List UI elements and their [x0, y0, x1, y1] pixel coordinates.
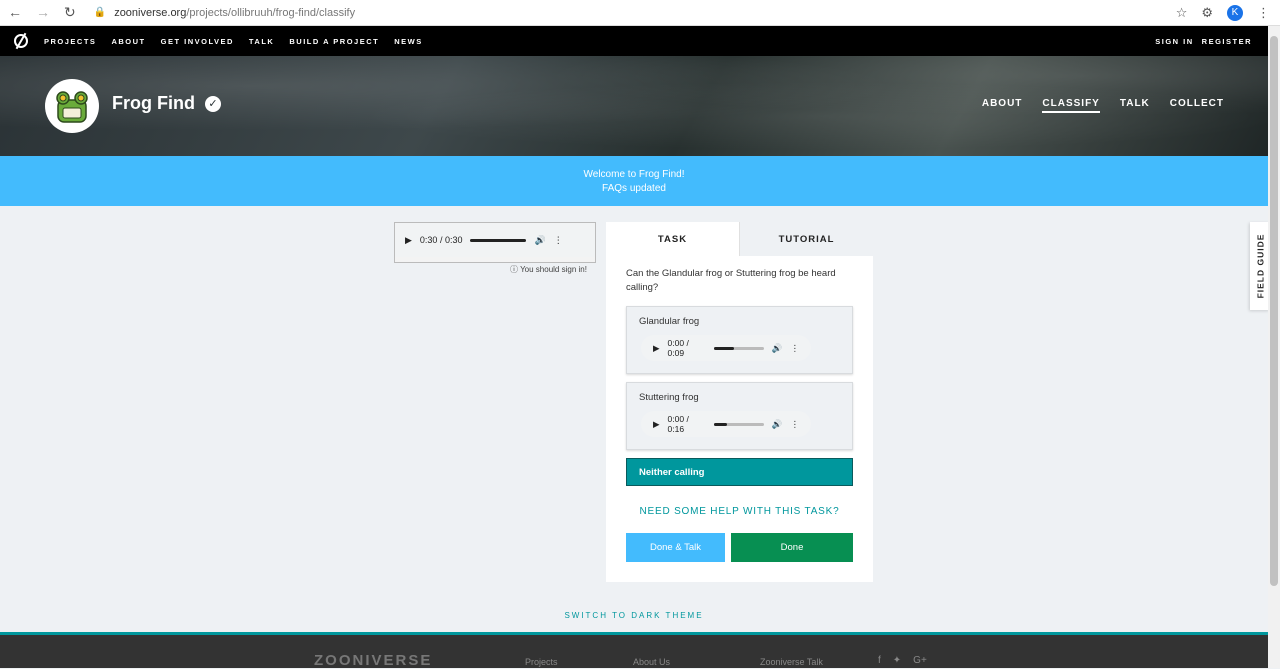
frog-icon [51, 85, 93, 127]
project-nav-about[interactable]: ABOUT [982, 98, 1023, 113]
nav-build-project[interactable]: BUILD A PROJECT [289, 37, 379, 46]
reload-icon[interactable]: ↻ [64, 4, 76, 21]
profile-avatar[interactable]: K [1227, 4, 1243, 21]
nav-talk[interactable]: TALK [249, 37, 274, 46]
volume-icon[interactable]: 🔊 [772, 343, 783, 354]
answer-audio-scrubber[interactable] [714, 422, 764, 426]
project-title[interactable]: Frog Find [112, 93, 195, 114]
site-footer: ZOONIVERSE Projects About Us Zooniverse … [0, 632, 1268, 669]
more-options-icon[interactable]: ⋮ [791, 343, 800, 354]
project-nav-classify[interactable]: CLASSIFY [1042, 98, 1100, 113]
register-link[interactable]: REGISTER [1202, 37, 1252, 46]
volume-icon[interactable]: 🔊 [772, 419, 783, 430]
menu-icon[interactable]: ⋮ [1257, 5, 1270, 21]
more-options-icon[interactable]: ⋮ [791, 419, 800, 430]
task-help-link[interactable]: NEED SOME HELP WITH THIS TASK? [626, 506, 853, 517]
subject-viewer: ▶ 0:30 / 0:30 🔊 ⋮ [394, 222, 596, 263]
url-host: zooniverse.org [114, 6, 187, 19]
site-nav: PROJECTS ABOUT GET INVOLVED TALK BUILD A… [0, 26, 1268, 56]
google-plus-icon[interactable]: G+ [913, 655, 927, 666]
answer-audio-time: 0:00 / 0:09 [667, 338, 689, 358]
extensions-icon[interactable]: ⚙ [1201, 5, 1213, 21]
info-icon: ⓘ [510, 265, 518, 274]
back-icon[interactable]: ← [8, 4, 22, 21]
play-icon[interactable]: ▶ [653, 419, 660, 430]
sign-in-note[interactable]: ⓘ You should sign in! [510, 264, 587, 275]
answer-audio-player[interactable]: ▶ 0:00 / 0:16 🔊 ⋮ [641, 411, 811, 437]
task-question: Can the Glandular frog or Stuttering fro… [626, 268, 836, 293]
nav-about[interactable]: ABOUT [111, 37, 145, 46]
url-path: /projects/ollibruuh/frog-find/classify [186, 6, 356, 19]
more-options-icon[interactable]: ⋮ [554, 235, 563, 246]
project-avatar[interactable] [45, 79, 99, 133]
project-nav-collect[interactable]: COLLECT [1170, 98, 1224, 113]
subject-audio-scrubber[interactable] [470, 238, 527, 242]
twitter-icon[interactable]: ✦ [893, 655, 901, 666]
footer-link-projects[interactable]: Projects [525, 657, 558, 667]
nav-projects[interactable]: PROJECTS [44, 37, 96, 46]
sign-in-note-text: You should sign in! [520, 265, 587, 274]
answer-audio-player[interactable]: ▶ 0:00 / 0:09 🔊 ⋮ [641, 335, 811, 361]
announcement-banner: Welcome to Frog Find! FAQs updated [0, 156, 1268, 206]
page-scrollbar[interactable] [1268, 26, 1280, 668]
star-icon[interactable]: ☆ [1176, 5, 1188, 21]
address-bar[interactable]: 🔒 zooniverse.org/projects/ollibruuh/frog… [94, 7, 355, 19]
browser-toolbar: ← → ↻ 🔒 zooniverse.org/projects/ollibruu… [0, 0, 1280, 26]
banner-line-2: FAQs updated [602, 182, 666, 194]
answer-neither-calling[interactable]: Neither calling [626, 458, 853, 486]
done-and-talk-button[interactable]: Done & Talk [626, 533, 725, 562]
footer-brand[interactable]: ZOONIVERSE [314, 652, 432, 669]
answer-label: Glandular frog [639, 316, 700, 327]
banner-line-1: Welcome to Frog Find! [583, 168, 685, 180]
field-guide-label: FIELD GUIDE [1255, 233, 1265, 299]
task-panel: TASK TUTORIAL Can the Glandular frog or … [606, 222, 873, 582]
done-button[interactable]: Done [731, 533, 853, 562]
answer-label: Stuttering frog [639, 392, 699, 403]
zooniverse-logo-icon[interactable] [14, 34, 28, 48]
footer-link-talk[interactable]: Zooniverse Talk [760, 657, 823, 667]
lock-icon: 🔒 [93, 7, 107, 18]
play-icon[interactable]: ▶ [653, 343, 660, 354]
answer-audio-scrubber[interactable] [714, 346, 764, 350]
scrubber-fill [714, 422, 727, 426]
forward-icon[interactable]: → [36, 4, 50, 21]
project-nav: ABOUT CLASSIFY TALK COLLECT [982, 98, 1224, 113]
play-icon[interactable]: ▶ [405, 235, 412, 246]
sign-in-link[interactable]: SIGN IN [1155, 37, 1193, 46]
subject-audio-player[interactable]: ▶ 0:30 / 0:30 🔊 ⋮ [395, 223, 595, 257]
footer-link-about-us[interactable]: About Us [633, 657, 670, 667]
verified-check-icon: ✓ [204, 95, 221, 112]
nav-news[interactable]: NEWS [394, 37, 423, 46]
dark-theme-toggle[interactable]: SWITCH TO DARK THEME [0, 611, 1268, 620]
facebook-icon[interactable]: f [878, 655, 881, 666]
answer-glandular-frog[interactable]: Glandular frog ▶ 0:00 / 0:09 🔊 ⋮ [626, 306, 853, 374]
project-header: Frog Find ✓ ABOUT CLASSIFY TALK COLLECT [0, 56, 1268, 156]
nav-get-involved[interactable]: GET INVOLVED [161, 37, 234, 46]
answer-stuttering-frog[interactable]: Stuttering frog ▶ 0:00 / 0:16 🔊 ⋮ [626, 382, 853, 450]
tab-tutorial[interactable]: TUTORIAL [739, 222, 873, 256]
volume-icon[interactable]: 🔊 [534, 235, 545, 246]
project-nav-talk[interactable]: TALK [1120, 98, 1150, 113]
project-title-wrap: Frog Find ✓ [112, 93, 221, 114]
subject-audio-time: 0:30 / 0:30 [419, 235, 463, 245]
tab-task[interactable]: TASK [606, 222, 739, 256]
field-guide-tab[interactable]: FIELD GUIDE [1250, 222, 1270, 310]
scrollbar-thumb[interactable] [1270, 36, 1278, 586]
answer-audio-time: 0:00 / 0:16 [667, 414, 689, 434]
scrubber-fill [714, 346, 734, 350]
